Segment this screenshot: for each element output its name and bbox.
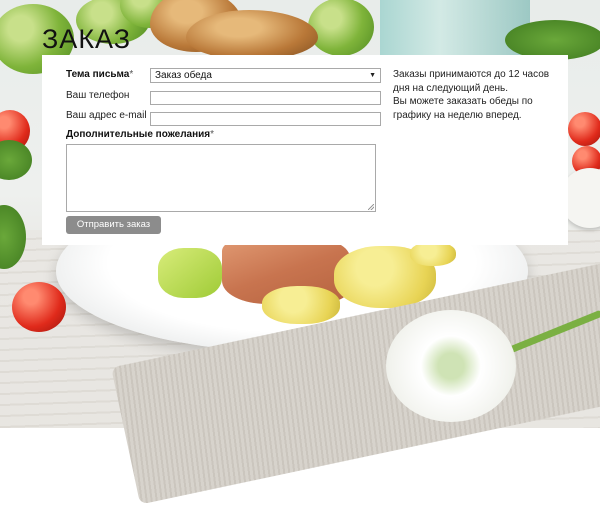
required-mark: *	[129, 69, 134, 80]
phone-label: Ваш телефон	[66, 90, 130, 101]
email-label: Ваш адрес e-mail	[66, 110, 147, 121]
potato	[410, 242, 456, 266]
required-mark: *	[210, 129, 215, 140]
bread-roll	[186, 10, 318, 60]
wishes-label-text: Дополнительные пожелания	[66, 129, 211, 140]
info-line-2: Вы можете заказать обеды по графику на н…	[393, 96, 533, 121]
cherry-tomato	[568, 112, 600, 146]
potato	[262, 286, 340, 324]
submit-order-button[interactable]: Отправить заказ	[66, 216, 161, 234]
cherry-tomato	[12, 282, 66, 332]
phone-input[interactable]	[150, 91, 381, 105]
subject-label-text: Тема письма	[66, 69, 130, 80]
email-input[interactable]	[150, 112, 381, 126]
green-apple	[308, 0, 374, 56]
green-pepper	[158, 248, 222, 298]
subject-label: Тема письма*	[66, 69, 133, 80]
wishes-label: Дополнительные пожелания*	[66, 129, 214, 140]
page-title: ЗАКАЗ	[42, 24, 132, 54]
white-flower	[386, 310, 516, 422]
subject-select[interactable]: Заказ обеда ▼	[150, 68, 381, 83]
order-form-panel: Тема письма* Заказ обеда ▼ Ваш телефон В…	[42, 55, 568, 245]
info-line-1: Заказы принимаются до 12 часов дня на сл…	[393, 69, 550, 94]
subject-select-value: Заказ обеда	[155, 70, 212, 81]
herb-greens	[505, 20, 600, 60]
herb-greens	[0, 140, 32, 180]
wishes-textarea[interactable]	[66, 144, 376, 212]
order-info: Заказы принимаются до 12 часов дня на сл…	[393, 68, 563, 122]
resize-grip-icon[interactable]	[368, 204, 374, 210]
chevron-down-icon: ▼	[369, 72, 376, 79]
